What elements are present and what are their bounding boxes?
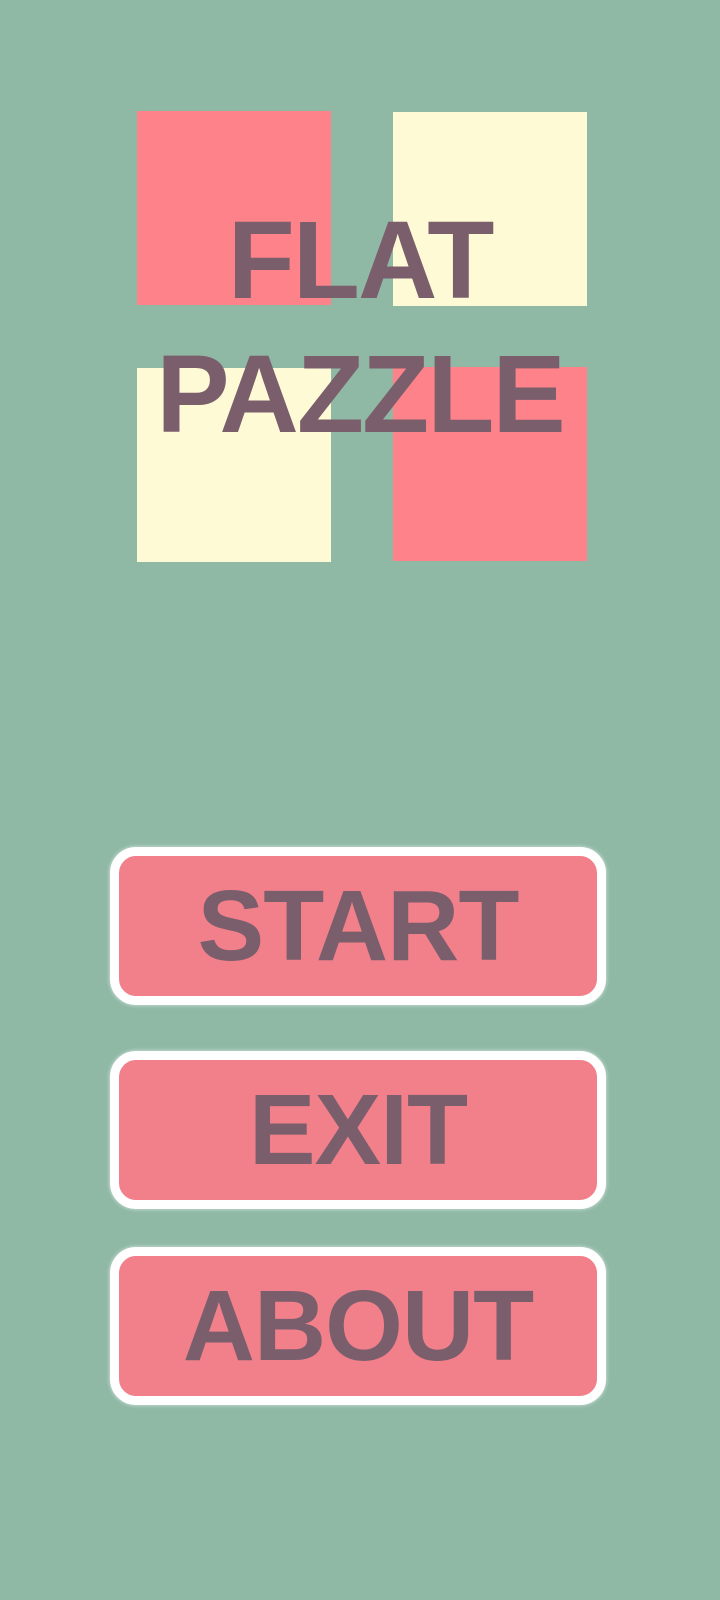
about-button-label: ABOUT	[182, 1270, 535, 1382]
game-title-line-1: FLAT	[227, 199, 495, 322]
start-button[interactable]: START	[110, 847, 606, 1005]
start-button-label: START	[197, 870, 520, 982]
exit-button-label: EXIT	[248, 1074, 468, 1186]
about-button[interactable]: ABOUT	[110, 1247, 606, 1405]
exit-button[interactable]: EXIT	[110, 1051, 606, 1209]
game-title-line-2: PAZZLE	[156, 333, 566, 456]
